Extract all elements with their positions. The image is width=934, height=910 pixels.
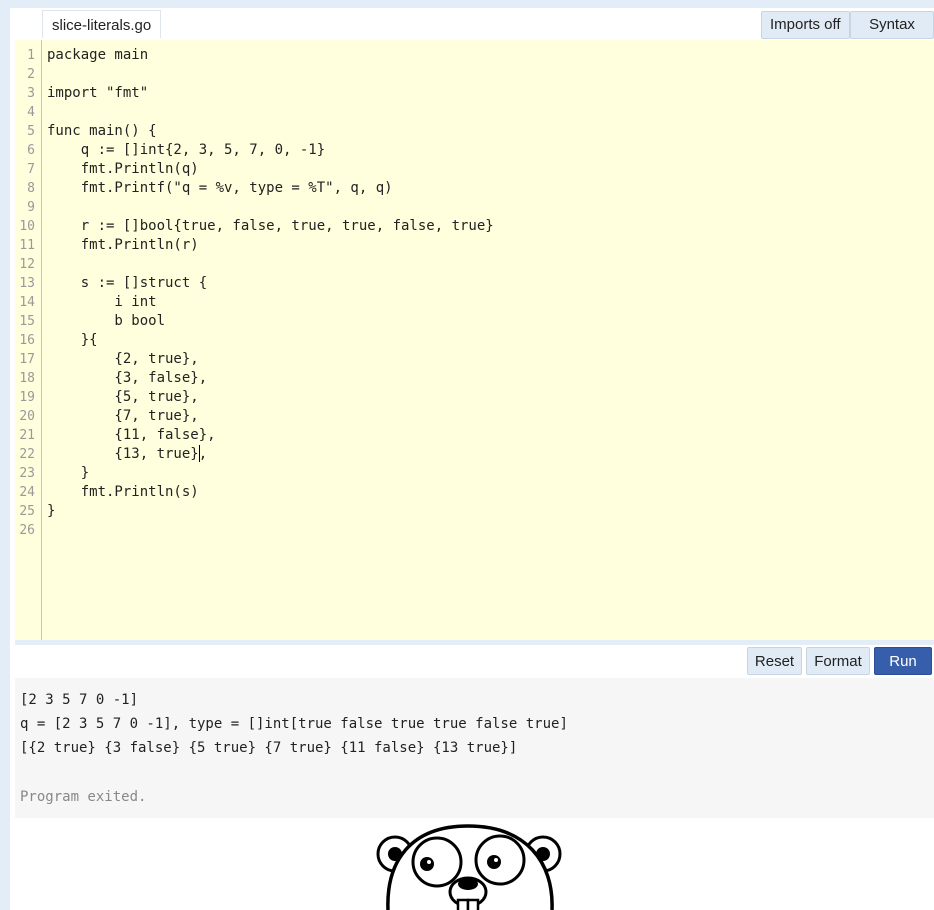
line-number: 1 [27, 48, 35, 63]
format-button[interactable]: Format [806, 647, 870, 675]
output-line: [{2 true} {3 false} {5 true} {7 true} {1… [20, 740, 518, 756]
code-editor[interactable]: 1 2 3 4 5 6 7 8 9 10 11 12 13 14 15 16 17 18 19 20 21 22 23 24 2… [15, 40, 934, 640]
line-number: 21 [19, 428, 35, 443]
line-number: 12 [19, 257, 35, 272]
reset-button[interactable]: Reset [747, 647, 802, 675]
code-line[interactable]: package main [47, 46, 148, 65]
code-line[interactable]: {3, false}, [47, 369, 207, 388]
output-line: q = [2 3 5 7 0 -1], type = []int[true fa… [20, 716, 568, 732]
code-line[interactable]: {7, true}, [47, 407, 198, 426]
code-line[interactable]: func main() { [47, 122, 157, 141]
line-number: 18 [19, 371, 35, 386]
code-line[interactable]: {11, false}, [47, 426, 215, 445]
code-line[interactable]: import "fmt" [47, 84, 148, 103]
text-caret [199, 445, 200, 462]
line-number: 19 [19, 390, 35, 405]
line-number: 7 [27, 162, 35, 177]
output-line: [2 3 5 7 0 -1] [20, 692, 139, 708]
line-number: 24 [19, 485, 35, 500]
code-line[interactable]: b bool [47, 312, 165, 331]
line-number: 6 [27, 143, 35, 158]
line-number: 5 [27, 124, 35, 139]
line-number: 15 [19, 314, 35, 329]
code-line[interactable]: i int [47, 293, 156, 312]
code-line[interactable]: fmt.Println(s) [47, 483, 199, 502]
code-line[interactable]: q := []int{2, 3, 5, 7, 0, -1} [47, 141, 325, 160]
line-number: 2 [27, 67, 35, 82]
left-border [0, 0, 10, 910]
line-number: 9 [27, 200, 35, 215]
top-strip [0, 0, 934, 8]
line-number-gutter: 1 2 3 4 5 6 7 8 9 10 11 12 13 14 15 16 17 18 19 20 21 22 23 24 2… [15, 40, 42, 640]
code-line[interactable]: {5, true}, [47, 388, 198, 407]
line-number: 16 [19, 333, 35, 348]
syntax-toggle-button[interactable]: Syntax off [850, 11, 934, 59]
line-number: 20 [19, 409, 35, 424]
file-tab[interactable]: slice-literals.go [42, 10, 162, 38]
line-number: 11 [19, 238, 35, 253]
output-panel: [2 3 5 7 0 -1] q = [2 3 5 7 0 -1], type … [15, 678, 934, 818]
code-line[interactable]: r := []bool{true, false, true, true, fal… [47, 217, 494, 236]
code-line[interactable]: } [47, 464, 89, 483]
line-number: 17 [19, 352, 35, 367]
line-number: 13 [19, 276, 35, 291]
code-line[interactable]: } [47, 502, 55, 521]
line-number: 14 [19, 295, 35, 310]
line-number: 26 [19, 523, 35, 538]
gopher-mascot-image [376, 824, 562, 910]
code-line[interactable]: fmt.Println(r) [47, 236, 199, 255]
line-number: 22 [19, 447, 35, 462]
line-number: 8 [27, 181, 35, 196]
code-line[interactable]: {13, true}, [47, 445, 207, 464]
code-line[interactable]: fmt.Printf("q = %v, type = %T", q, q) [47, 179, 393, 198]
code-line[interactable]: s := []struct { [47, 274, 207, 293]
program-exit-message: Program exited. [20, 789, 147, 805]
imports-toggle-button[interactable]: Imports off [761, 11, 850, 39]
line-number: 10 [19, 219, 35, 234]
code-line[interactable]: }{ [47, 331, 98, 350]
code-line[interactable]: {2, true}, [47, 350, 198, 369]
line-number: 23 [19, 466, 35, 481]
line-number: 4 [27, 105, 35, 120]
line-number: 25 [19, 504, 35, 519]
line-number: 3 [27, 86, 35, 101]
code-line[interactable]: fmt.Println(q) [47, 160, 199, 179]
run-button[interactable]: Run [874, 647, 932, 675]
